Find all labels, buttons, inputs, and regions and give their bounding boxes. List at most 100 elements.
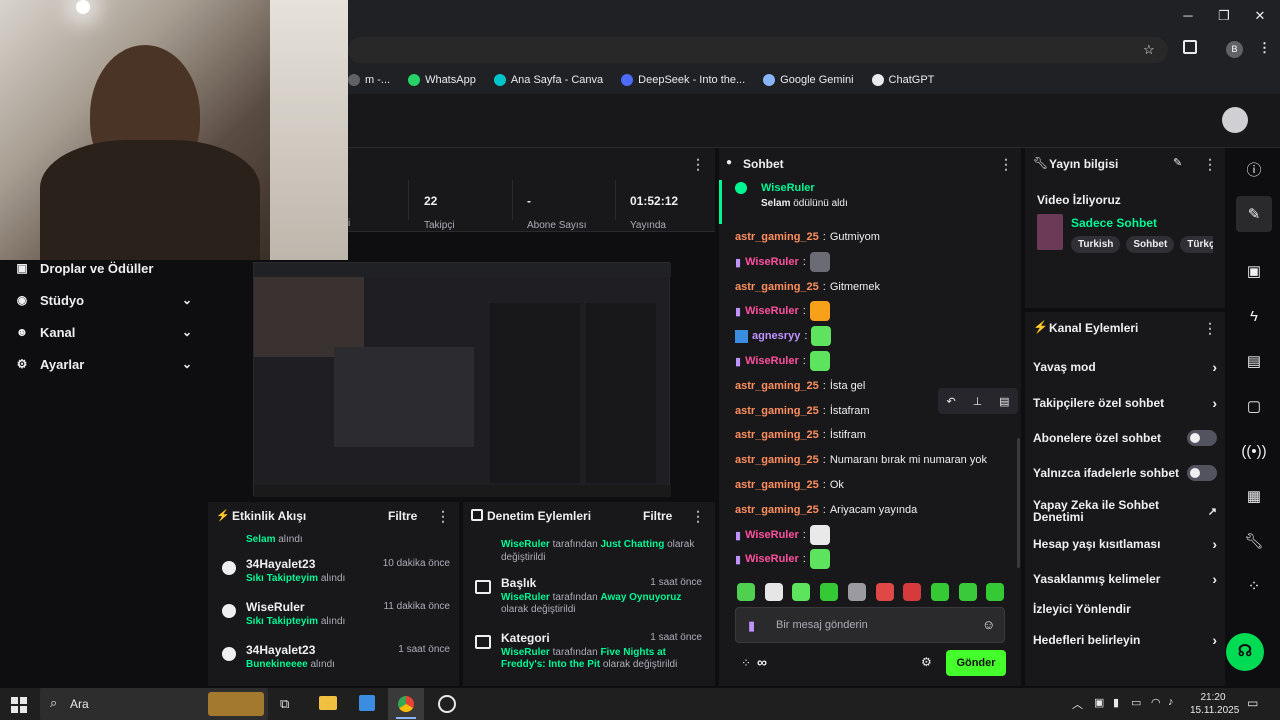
emote-bar-item[interactable] [792,583,811,601]
toggle-switch[interactable] [1187,465,1217,481]
chat-message[interactable]: astr_gaming_25: Gitmemek [735,277,1015,297]
broadcast-icon[interactable]: ((•)) [1236,433,1272,469]
stream-tag[interactable]: Turkish [1071,236,1121,253]
chat-menu-icon[interactable]: ⋮ [999,156,1013,173]
nav-item-3[interactable]: ⚙ Ayarlar ⌄ [14,353,192,375]
channel-action-item[interactable]: Hesap yaşı kısıtlaması › [1033,534,1217,554]
emote-bar-item[interactable] [847,583,866,601]
bookmark-item[interactable]: WhatsApp [408,74,476,86]
chat-message[interactable]: ▮ WiseRuler: [735,549,1015,569]
channel-action-item[interactable]: Takipçilere özel sohbet › [1033,393,1217,413]
emote-bar-item[interactable] [986,583,1005,601]
chat-icon[interactable]: ▢ [1236,388,1272,424]
chat-username[interactable]: astr_gaming_25 [735,231,819,243]
channel-action-item[interactable]: İzleyici Yönlendir [1033,599,1217,619]
nav-item-1[interactable]: ◉ Stüdyo ⌄ [14,289,192,311]
taskbar-search[interactable]: ⌕ Ara [40,688,268,720]
chat-message[interactable]: agnesryy: [735,326,1015,346]
chat-username[interactable]: astr_gaming_25 [735,429,819,441]
stream-info-menu-icon[interactable]: ⋮ [1203,156,1217,173]
chat-message[interactable]: astr_gaming_25: Ok [735,475,1015,495]
info-icon[interactable]: ⓘ [1236,151,1272,187]
task-view-icon[interactable]: ⧉ [280,696,289,712]
channel-action-item[interactable]: Yapay Zeka ile Sohbet Denetimi ↗ [1033,498,1217,524]
bookmark-item[interactable]: DeepSeek - Into the... [621,74,745,86]
channel-action-item[interactable]: Hedefleri belirleyin › [1033,630,1217,650]
chat-username[interactable]: WiseRuler [745,355,799,367]
moderation-menu-icon[interactable]: ⋮ [691,508,705,525]
stream-tag[interactable]: Türkçe [1180,236,1213,253]
chat-message[interactable]: ▮ WiseRuler: [735,301,1015,321]
quick-action-icon[interactable]: ϟ [1236,298,1272,334]
bookmark-item[interactable]: ChatGPT [871,74,934,86]
chat-message[interactable]: astr_gaming_25: Gutmiyom [735,227,1015,247]
chat-username[interactable]: astr_gaming_25 [735,454,819,466]
chat-username[interactable]: astr_gaming_25 [735,380,819,392]
emote-bar-item[interactable] [958,583,977,601]
user-avatar[interactable] [1222,107,1248,133]
chat-username[interactable]: agnesryy [752,330,800,342]
tools-icon[interactable]: 🔧︎ [1236,523,1272,559]
nav-item-2[interactable]: ☻ Kanal ⌄ [14,321,192,343]
volume-icon[interactable]: ♪ [1168,696,1174,708]
activity-menu-icon[interactable]: ⋮ [436,508,450,525]
emote-bar-item[interactable] [903,583,922,601]
chat-username[interactable]: WiseRuler [745,529,799,541]
moderation-filter-button[interactable]: Filtre [643,509,672,523]
notes-icon[interactable]: ▤ [1236,343,1272,379]
microphone-icon[interactable]: ▮ [1113,696,1119,709]
store-icon[interactable] [359,695,375,711]
close-icon[interactable]: ✕ [1252,8,1268,24]
chat-message[interactable]: ▮ WiseRuler: [735,525,1015,545]
chat-username[interactable]: WiseRuler [745,553,799,565]
taskbar-clock[interactable]: 21:20 15.11.2025 [1190,691,1239,717]
extensions-icon[interactable] [1183,40,1197,54]
chat-input[interactable]: ▮ Bir mesaj gönderin ☺ [735,607,1005,643]
activity-user[interactable]: WiseRuler [246,600,305,614]
chat-message[interactable]: astr_gaming_25: İsta gel [735,376,1015,396]
edit-icon[interactable]: ✎ [1236,196,1272,232]
camera-icon[interactable]: ▣ [1236,253,1272,289]
activity-user[interactable]: 34Hayalet23 [246,557,315,571]
bookmark-star-icon[interactable]: ☆ [1143,42,1155,58]
chat-username[interactable]: WiseRuler [745,305,799,317]
chat-message[interactable]: ▮ WiseRuler: [735,351,1015,371]
send-button[interactable]: Gönder [946,650,1006,676]
maximize-icon[interactable]: ❐ [1216,8,1232,24]
emote-bar-item[interactable] [820,583,839,601]
chat-username[interactable]: WiseRuler [745,256,799,268]
bookmark-item[interactable]: Ana Sayfa - Canva [493,74,603,86]
stats-menu-icon[interactable]: ⋮ [691,156,705,173]
bookmark-item[interactable]: m -... [348,74,390,86]
layout-icon[interactable]: ▦ [1236,478,1272,514]
chat-scrollbar[interactable] [1017,438,1020,568]
chat-username[interactable]: astr_gaming_25 [735,479,819,491]
chat-message[interactable]: ▮ WiseRuler: [735,252,1015,272]
file-explorer-icon[interactable] [319,696,337,710]
toggle-switch[interactable] [1187,430,1217,446]
chat-username[interactable]: astr_gaming_25 [735,281,819,293]
channel-action-item[interactable]: Yasaklanmış kelimeler › [1033,569,1217,589]
chat-username[interactable]: astr_gaming_25 [735,504,819,516]
chrome-taskbar-button[interactable] [388,688,424,720]
tray-chevron-icon[interactable]: ︿ [1072,696,1083,712]
emote-bar-item[interactable] [875,583,894,601]
chat-message[interactable]: astr_gaming_25: Numaranı bırak mi numaran… [735,450,1015,470]
notifications-icon[interactable]: ▭ [1247,696,1258,710]
tray-app-icon[interactable]: ▣ [1094,696,1104,709]
edit-icon[interactable]: ✎ [1173,156,1182,169]
battery-icon[interactable]: ▭ [1131,696,1141,709]
activity-filter-button[interactable]: Filtre [388,509,417,523]
channel-action-item[interactable]: Yavaş mod › [1033,357,1217,377]
activity-user[interactable]: 34Hayalet23 [246,643,315,657]
obs-icon[interactable] [438,695,456,713]
chat-message[interactable]: astr_gaming_25: Ariyacam yayında [735,500,1015,520]
emoji-icon[interactable]: ☺ [982,617,995,632]
category-link[interactable]: Sadece Sohbet [1071,216,1157,230]
chat-username[interactable]: astr_gaming_25 [735,405,819,417]
emote-bar-item[interactable] [930,583,949,601]
browser-menu-icon[interactable]: ⋮ [1258,40,1271,56]
stream-tag[interactable]: Sohbet [1126,236,1175,253]
windows-start-icon[interactable] [11,697,27,713]
chat-settings-icon[interactable]: ⚙ [921,655,932,669]
